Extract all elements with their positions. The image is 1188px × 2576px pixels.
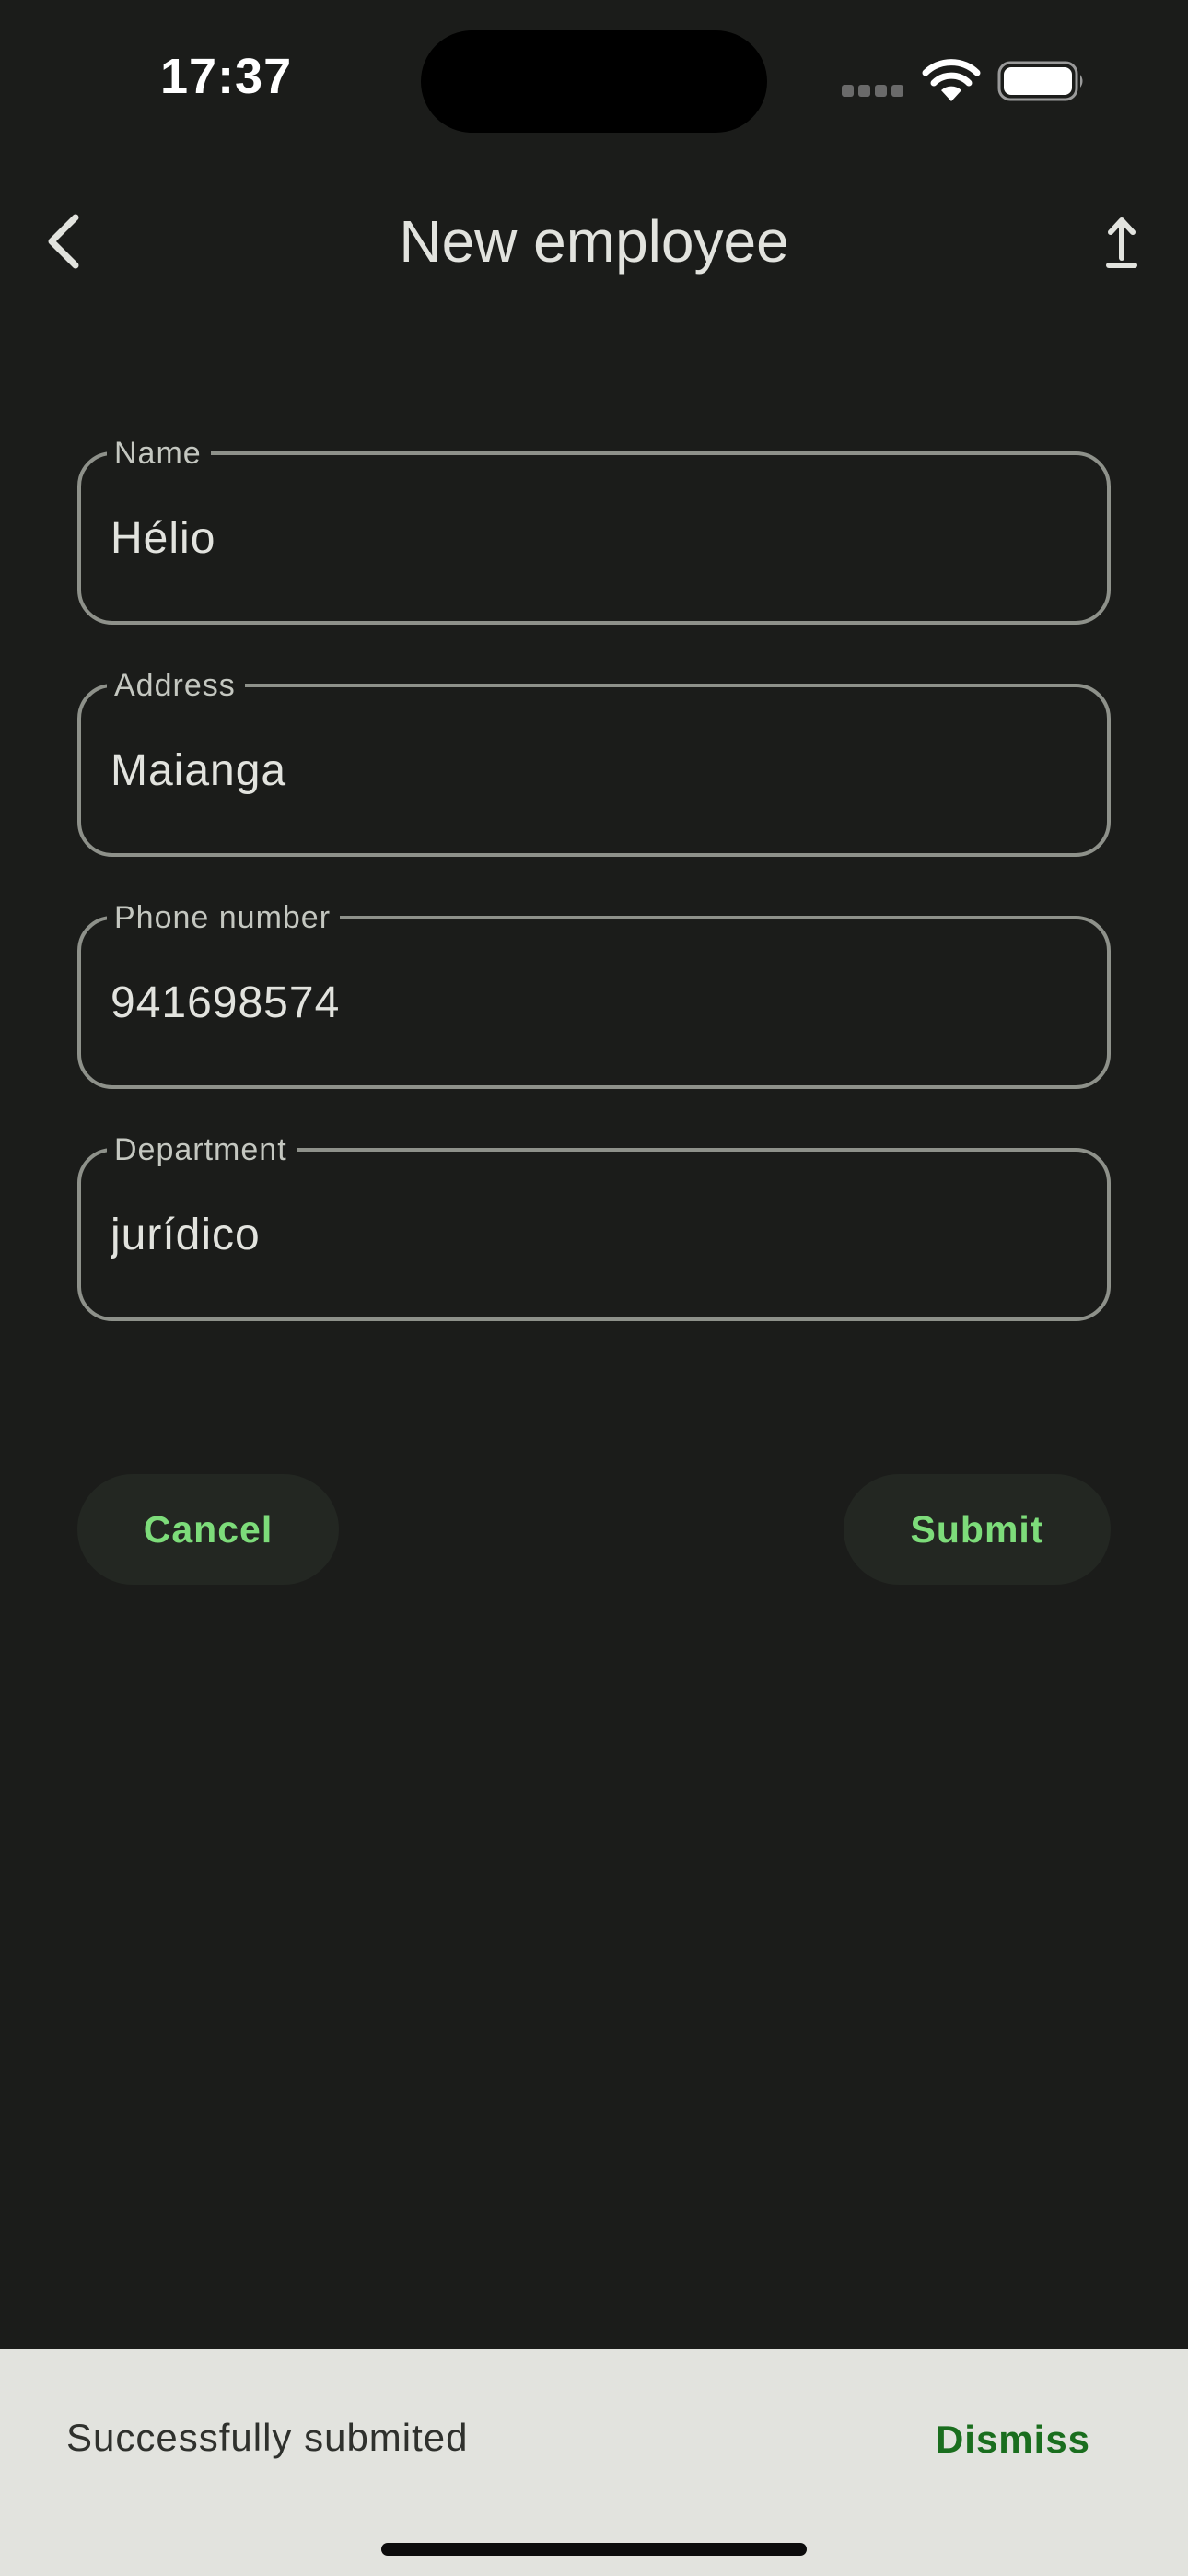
address-input[interactable]: [111, 743, 1077, 798]
phone-number-input[interactable]: [111, 975, 1077, 1030]
submit-button[interactable]: Submit: [844, 1474, 1111, 1585]
phone-number-field-label: Phone number: [107, 899, 341, 936]
department-field[interactable]: Department: [77, 1131, 1111, 1321]
dismiss-button[interactable]: Dismiss: [921, 2395, 1105, 2484]
address-field[interactable]: Address: [77, 667, 1111, 857]
department-field-label: Department: [107, 1131, 297, 1168]
status-time: 17:37: [160, 49, 293, 104]
name-field-label: Name: [107, 435, 211, 472]
battery-icon: [997, 61, 1083, 101]
name-input[interactable]: [111, 510, 1077, 566]
wifi-icon: [922, 59, 981, 101]
app-bar: New employee: [0, 184, 1188, 299]
page-title: New employee: [399, 208, 789, 275]
upload-icon: [1106, 217, 1137, 268]
upload-button[interactable]: [1083, 205, 1160, 282]
snackbar: Successfully submited Dismiss: [0, 2349, 1188, 2576]
cancel-button[interactable]: Cancel: [77, 1474, 339, 1585]
signal-dots-icon: [842, 85, 904, 98]
dynamic-island: [421, 30, 767, 133]
status-bar: 17:37: [0, 0, 1188, 157]
snackbar-message: Successfully submited: [66, 2416, 469, 2459]
home-indicator[interactable]: [381, 2543, 807, 2556]
name-field[interactable]: Name: [77, 435, 1111, 625]
phone-number-field[interactable]: Phone number: [77, 899, 1111, 1089]
address-field-label: Address: [107, 667, 245, 704]
department-input[interactable]: [111, 1207, 1077, 1262]
